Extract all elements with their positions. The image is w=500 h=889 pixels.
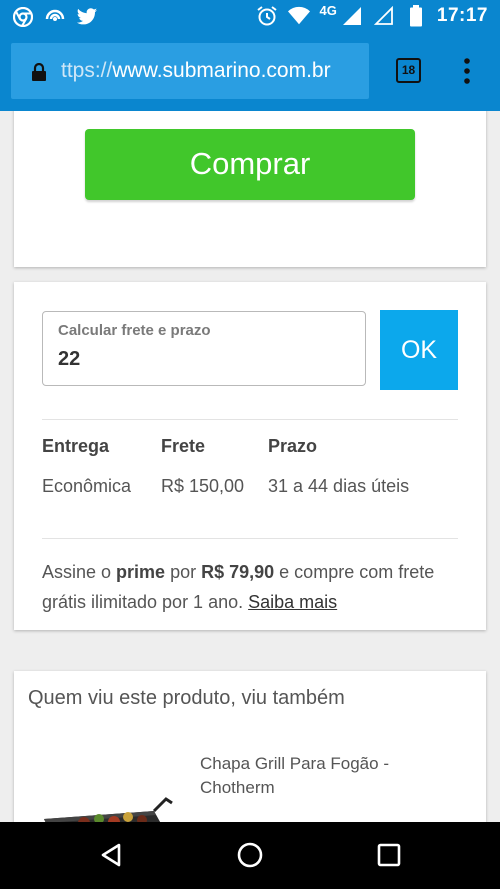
alarm-icon — [256, 5, 278, 27]
navigation-bar — [0, 822, 500, 889]
header-frete: Frete — [161, 436, 206, 456]
prime-price: R$ 79,90 — [201, 562, 275, 582]
home-icon[interactable] — [235, 840, 265, 870]
browser-toolbar: ttps://www.submarino.com.br 18 — [0, 33, 500, 111]
divider — [42, 419, 458, 420]
prime-promo: Assine o prime por R$ 79,90 e compre com… — [42, 557, 442, 617]
wifi-icon — [287, 5, 310, 27]
wifi-hotspot-icon — [44, 6, 66, 28]
back-icon[interactable] — [97, 840, 127, 870]
saiba-mais-link[interactable]: Saiba mais — [248, 592, 337, 612]
cep-field-value: 22 — [58, 348, 81, 370]
header-prazo: Prazo — [268, 436, 318, 456]
network-type: 4G — [319, 2, 337, 18]
divider — [42, 538, 458, 539]
address-bar[interactable]: ttps://www.submarino.com.br — [11, 43, 369, 99]
cep-field-label: Calcular frete e prazo — [58, 322, 211, 339]
prime-text-2: por — [165, 562, 202, 582]
status-bar: 4G 17:17 — [0, 0, 500, 33]
purchase-card: Comprar — [14, 111, 486, 267]
twitter-icon — [76, 6, 98, 28]
battery-icon — [405, 5, 427, 27]
shipping-card: Calcular frete e prazo 22 OK Entrega Fre… — [14, 282, 486, 630]
lock-icon — [31, 62, 47, 81]
chrome-icon — [12, 6, 34, 28]
calculate-shipping-button[interactable]: OK — [380, 310, 458, 390]
signal-icon — [341, 5, 363, 27]
url-text: ttps://www.submarino.com.br — [61, 59, 331, 83]
signal-empty-icon — [373, 5, 395, 27]
buy-button[interactable]: Comprar — [85, 129, 415, 200]
product-name-link[interactable]: Chapa Grill Para Fogão - Chotherm — [200, 752, 460, 800]
tab-switcher-button[interactable]: 18 — [396, 58, 421, 83]
page-content: Comprar Calcular frete e prazo 22 OK Ent… — [0, 111, 500, 822]
prime-text-1: Assine o — [42, 562, 117, 582]
header-entrega: Entrega — [42, 436, 110, 456]
prime-name: prime — [116, 562, 166, 582]
cell-entrega: Econômica — [42, 476, 132, 496]
recommendations-title: Quem viu este produto, viu também — [28, 687, 345, 709]
recents-icon[interactable] — [374, 840, 404, 870]
shipping-cep-input[interactable]: Calcular frete e prazo 22 — [42, 311, 366, 386]
cell-prazo: 31 a 44 dias úteis — [268, 476, 410, 496]
cell-frete: R$ 150,00 — [161, 476, 245, 496]
clock: 17:17 — [436, 5, 488, 26]
url-scheme: ttps:// — [61, 59, 113, 82]
product-image[interactable] — [24, 789, 174, 822]
recommendations-card: Quem viu este produto, viu também Chapa … — [14, 671, 486, 822]
url-host: www.submarino.com.br — [112, 59, 331, 82]
more-menu-icon[interactable] — [459, 55, 475, 87]
